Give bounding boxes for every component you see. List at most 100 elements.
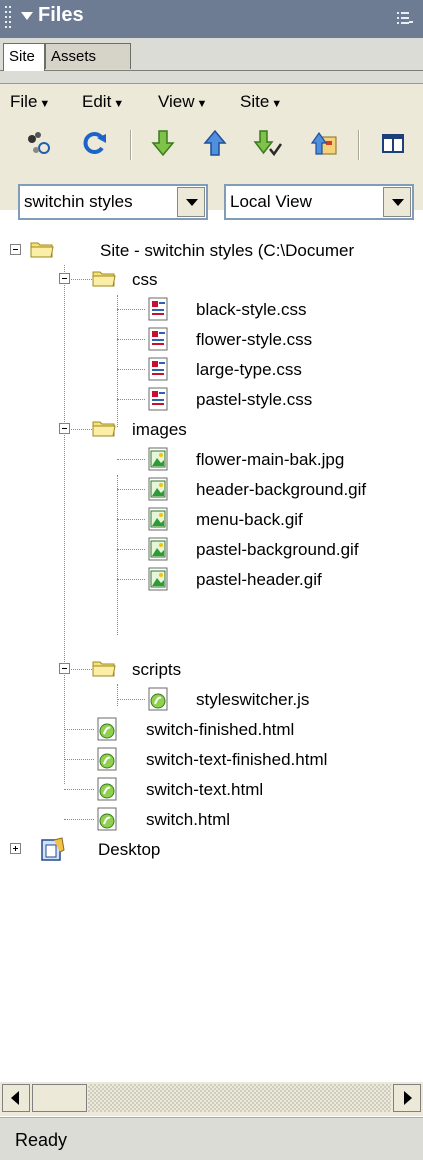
- site-select[interactable]: switchin styles: [18, 184, 208, 220]
- tree-label-folder: scripts: [132, 660, 182, 679]
- folder-open-icon: [92, 661, 116, 677]
- toolbar-separator: [130, 130, 132, 160]
- folder-open-icon: [30, 242, 54, 258]
- collapse-toggle[interactable]: [59, 663, 70, 674]
- image-file-icon: [148, 507, 168, 531]
- dropdown-arrow-icon[interactable]: [177, 187, 205, 217]
- tab-underline: [0, 70, 423, 71]
- tree-label-file: switch-text.html: [146, 780, 264, 799]
- tree-row-file[interactable]: switch-text.html: [0, 775, 423, 805]
- tree-row-desktop[interactable]: Desktop: [0, 835, 423, 865]
- image-file-icon: [148, 447, 168, 471]
- tree-row-file[interactable]: switch-finished.html: [0, 715, 423, 745]
- image-file-icon: [148, 537, 168, 561]
- site-select-value: switchin styles: [24, 192, 133, 211]
- tree-label-file: pastel-background.gif: [196, 540, 359, 559]
- menu-file-label: File: [10, 92, 38, 111]
- folder-open-icon: [92, 271, 116, 287]
- check-out-icon[interactable]: [252, 128, 282, 158]
- status-text: Ready: [15, 1130, 68, 1150]
- tree-label-file: pastel-header.gif: [196, 570, 322, 589]
- panel-title: Files: [38, 4, 84, 26]
- tree-row-file[interactable]: pastel-header.gif: [0, 565, 423, 595]
- scroll-right-button[interactable]: [393, 1084, 421, 1112]
- tree-row-file[interactable]: pastel-style.css: [0, 385, 423, 415]
- tree-row-folder-scripts[interactable]: scripts: [0, 655, 423, 685]
- html-file-icon: [97, 807, 117, 831]
- tree-label-file: flower-style.css: [196, 330, 313, 349]
- tree-label-file: menu-back.gif: [196, 510, 303, 529]
- toolbar: switchin styles Local View: [0, 122, 423, 220]
- chevron-down-icon: ▼: [196, 98, 208, 110]
- collapse-toggle[interactable]: [59, 423, 70, 434]
- image-file-icon: [148, 567, 168, 591]
- css-file-icon: [148, 357, 168, 381]
- tree-row-file[interactable]: black-style.css: [0, 295, 423, 325]
- tab-site[interactable]: Site: [3, 43, 45, 71]
- tree-row-file[interactable]: large-type.css: [0, 355, 423, 385]
- folder-open-icon: [92, 421, 116, 437]
- file-tree: Site - switchin styles (C:\Documer css b…: [0, 236, 423, 1082]
- chevron-down-icon: ▼: [39, 98, 51, 110]
- desktop-icon: [41, 837, 65, 861]
- panel-header: Files Site Assets: [0, 0, 423, 84]
- collapse-toggle[interactable]: [59, 273, 70, 284]
- menu-site[interactable]: Site ▼: [240, 92, 282, 112]
- menu-site-label: Site: [240, 92, 270, 111]
- tree-row-folder-images[interactable]: images: [0, 415, 423, 445]
- scrollbar-thumb[interactable]: [32, 1084, 87, 1112]
- status-bar: Ready: [0, 1117, 423, 1160]
- grip-icon[interactable]: [5, 6, 13, 32]
- put-files-icon[interactable]: [200, 128, 230, 158]
- menu-edit-label: Edit: [82, 92, 112, 111]
- expand-view-icon[interactable]: [378, 128, 408, 158]
- check-in-icon[interactable]: [310, 128, 340, 158]
- menu-view[interactable]: View ▼: [158, 92, 207, 112]
- scroll-left-button[interactable]: [2, 1084, 30, 1112]
- tree-row-file[interactable]: pastel-background.gif: [0, 535, 423, 565]
- tree-label-file: large-type.css: [196, 360, 302, 379]
- toolbar-separator: [358, 130, 360, 160]
- tree-row-file[interactable]: menu-back.gif: [0, 505, 423, 535]
- panel-options-icon[interactable]: [397, 10, 413, 26]
- menu-file[interactable]: File ▼: [10, 92, 50, 112]
- chevron-down-icon: ▼: [271, 98, 283, 110]
- connect-icon[interactable]: [24, 128, 54, 158]
- menu-view-label: View: [158, 92, 195, 111]
- tree-row-site-root[interactable]: Site - switchin styles (C:\Documer: [0, 236, 423, 266]
- tree-label-desktop: Desktop: [98, 840, 161, 859]
- tree-row-file[interactable]: flower-main-bak.jpg: [0, 445, 423, 475]
- image-file-icon: [148, 477, 168, 501]
- css-file-icon: [148, 297, 168, 321]
- chevron-down-icon: ▼: [113, 98, 125, 110]
- tree-label-file: switch-finished.html: [146, 720, 295, 739]
- expand-toggle[interactable]: [10, 843, 21, 854]
- view-select[interactable]: Local View: [224, 184, 414, 220]
- tree-label-folder: images: [132, 420, 187, 439]
- horizontal-scrollbar[interactable]: [0, 1082, 423, 1116]
- tree-row-folder-css[interactable]: css: [0, 265, 423, 295]
- get-files-icon[interactable]: [148, 128, 178, 158]
- css-file-icon: [148, 387, 168, 411]
- tree-label-site-root: Site - switchin styles (C:\Documer: [100, 241, 355, 260]
- tab-assets[interactable]: Assets: [45, 43, 131, 69]
- tree-row-file[interactable]: switch.html: [0, 805, 423, 835]
- tree-row-file[interactable]: header-background.gif: [0, 475, 423, 505]
- tree-row-file[interactable]: switch-text-finished.html: [0, 745, 423, 775]
- view-select-value: Local View: [230, 192, 312, 211]
- menu-edit[interactable]: Edit ▼: [82, 92, 124, 112]
- collapse-toggle[interactable]: [10, 244, 21, 255]
- dropdown-arrow-icon[interactable]: [383, 187, 411, 217]
- tree-row-file[interactable]: styleswitcher.js: [0, 685, 423, 715]
- menu-bar: File ▼ Edit ▼ View ▼ Site ▼: [0, 84, 423, 122]
- tree-row-file[interactable]: flower-style.css: [0, 325, 423, 355]
- refresh-icon[interactable]: [80, 128, 110, 158]
- arrow-right-icon: [404, 1091, 412, 1105]
- tree-label-file: black-style.css: [196, 300, 307, 319]
- tree-label-file: flower-main-bak.jpg: [196, 450, 345, 469]
- panel-title-bar[interactable]: Files: [0, 0, 423, 38]
- tree-label-folder: css: [132, 270, 158, 289]
- scrollbar-track[interactable]: [88, 1084, 391, 1112]
- collapse-arrow-icon[interactable]: [21, 12, 33, 20]
- script-file-icon: [148, 687, 168, 711]
